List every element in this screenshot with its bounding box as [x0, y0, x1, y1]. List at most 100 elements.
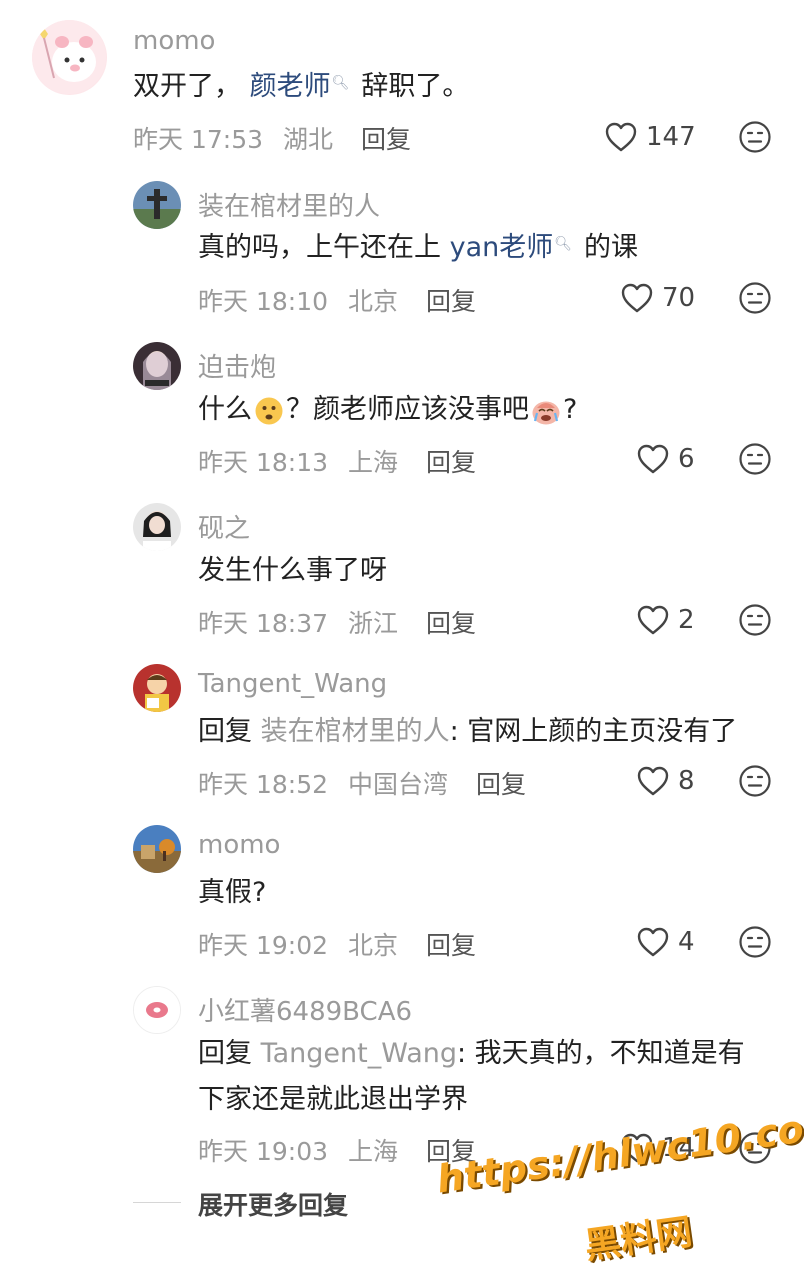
- comment-time: 17:53: [190, 125, 264, 154]
- like-button[interactable]: 8: [636, 761, 695, 801]
- avatar[interactable]: [133, 986, 181, 1034]
- avatar-cartoon-icon: [133, 664, 181, 712]
- heart-outline-icon: [621, 283, 653, 313]
- comment-username[interactable]: 砚之: [198, 508, 250, 545]
- like-count: 4: [678, 927, 695, 957]
- comment-text: 发生什么事了呀: [198, 555, 387, 586]
- like-count: 70: [662, 283, 696, 313]
- frowning-face-emoji-icon: [255, 397, 283, 424]
- meh-face-icon[interactable]: [738, 603, 772, 637]
- avatar-landscape-icon: [133, 825, 181, 873]
- avatar[interactable]: [32, 20, 107, 95]
- comment-text: 真的吗，上午还在上 yan老师🔍︎ 的课: [198, 225, 638, 271]
- comment-text-after: 辞职了。: [361, 71, 470, 102]
- expand-more-replies-button[interactable]: 展开更多回复: [198, 1186, 348, 1222]
- like-button[interactable]: 70: [620, 278, 695, 318]
- like-button[interactable]: 6: [636, 439, 695, 479]
- like-count: 147: [646, 122, 696, 152]
- comment-username[interactable]: 装在棺材里的人: [198, 186, 380, 223]
- comment-text-before: 真的吗，上午还在上: [198, 232, 441, 263]
- comment-text-part3: ?: [563, 394, 578, 425]
- comment-time: 19:03: [255, 1137, 329, 1166]
- like-button[interactable]: 147: [604, 117, 696, 157]
- comment-location: 中国台湾: [347, 770, 448, 799]
- comment-meta: 昨天 19:02 北京 回复: [198, 926, 476, 962]
- comment-text-after: 的课: [584, 232, 639, 263]
- comment-text-body: : 官网上颜的主页没有了: [449, 716, 738, 747]
- comment-date: 昨天: [198, 287, 249, 316]
- watermark-name: 黑料网: [582, 1211, 695, 1268]
- heart-outline-icon: [605, 122, 637, 152]
- watermark: https://hlwc10.com 黑料网: [434, 1101, 804, 1270]
- comment-date: 昨天: [198, 770, 249, 799]
- meh-face-icon[interactable]: [738, 764, 772, 798]
- reply-button[interactable]: 回复: [426, 287, 476, 316]
- avatar[interactable]: [133, 664, 181, 712]
- avatar-portrait-icon: [133, 342, 181, 390]
- comment-text-part1: 什么: [198, 394, 252, 425]
- heart-outline-icon: [621, 1133, 653, 1163]
- reply-button[interactable]: 回复: [426, 609, 476, 638]
- comment-location: 北京: [347, 287, 398, 316]
- search-icon: 🔍︎: [331, 75, 350, 91]
- comment-meta: 昨天 19:03 上海 回复: [198, 1132, 476, 1168]
- comment-text-part2: ？颜老师应该没事吧: [286, 394, 529, 425]
- comment-time: 19:02: [255, 931, 329, 960]
- avatar[interactable]: [133, 503, 181, 551]
- comment-location: 北京: [347, 931, 398, 960]
- heart-outline-icon: [637, 444, 669, 474]
- comment-location: 上海: [347, 1137, 398, 1166]
- comment-text: 双开了， 颜老师🔍︎ 辞职了。: [133, 64, 469, 110]
- reply-button[interactable]: 回复: [426, 931, 476, 960]
- heart-outline-icon: [637, 605, 669, 635]
- comment-username[interactable]: Tangent_Wang: [198, 669, 387, 699]
- meh-face-icon[interactable]: [738, 120, 772, 154]
- comment-username[interactable]: momo: [133, 26, 215, 56]
- avatar[interactable]: [133, 181, 181, 229]
- comment-text: 什么 ？颜老师应该没事吧 ?: [198, 387, 577, 433]
- like-button[interactable]: 2: [636, 600, 695, 640]
- avatar-portrait-icon: [133, 503, 181, 551]
- comment-username[interactable]: momo: [198, 830, 280, 860]
- meh-face-icon[interactable]: [738, 925, 772, 959]
- search-icon: 🔍︎: [554, 236, 573, 252]
- comment-time: 18:37: [255, 609, 329, 638]
- comment-meta: 昨天 18:37 浙江 回复: [198, 604, 476, 640]
- crying-face-emoji-icon: [532, 401, 560, 424]
- expand-divider: [133, 1202, 181, 1203]
- comment-location: 湖北: [282, 125, 333, 154]
- like-button[interactable]: 14: [620, 1128, 695, 1168]
- like-count: 14: [662, 1133, 696, 1163]
- meh-face-icon[interactable]: [738, 1131, 772, 1165]
- avatar[interactable]: [133, 825, 181, 873]
- comment-date: 昨天: [133, 125, 184, 154]
- comment-date: 昨天: [198, 931, 249, 960]
- reply-button[interactable]: 回复: [426, 1137, 476, 1166]
- meh-face-icon[interactable]: [738, 281, 772, 315]
- comment-time: 18:52: [255, 770, 329, 799]
- reply-button[interactable]: 回复: [426, 448, 476, 477]
- like-count: 8: [678, 766, 695, 796]
- comment-username[interactable]: 迫击炮: [198, 347, 276, 384]
- comment-text: 真假?: [198, 877, 267, 908]
- comment-thread: momo 双开了， 颜老师🔍︎辞职了。 昨天 17:53 湖北 回复 147: [0, 0, 804, 1280]
- comment-meta: 昨天 18:10 北京 回复: [198, 282, 476, 318]
- mention-link[interactable]: yan老师: [450, 232, 554, 263]
- avatar[interactable]: [133, 342, 181, 390]
- reply-to-username[interactable]: 装在棺材里的人: [261, 716, 450, 747]
- meh-face-icon[interactable]: [738, 442, 772, 476]
- comment-date: 昨天: [198, 609, 249, 638]
- comment-text: 回复 装在棺材里的人: 官网上颜的主页没有了: [198, 709, 737, 755]
- heart-outline-icon: [637, 927, 669, 957]
- like-button[interactable]: 4: [636, 922, 695, 962]
- comment-username[interactable]: 小红薯6489BCA6: [198, 991, 412, 1028]
- mention-link[interactable]: 颜老师: [250, 71, 331, 102]
- like-count: 2: [678, 605, 695, 635]
- reply-button[interactable]: 回复: [361, 125, 411, 154]
- comment-time: 18:10: [255, 287, 329, 316]
- comment-date: 昨天: [198, 1137, 249, 1166]
- reply-to-username[interactable]: Tangent_Wang: [261, 1038, 457, 1069]
- comment-location: 浙江: [347, 609, 398, 638]
- reply-button[interactable]: 回复: [476, 770, 526, 799]
- reply-prefix: 回复: [198, 716, 252, 747]
